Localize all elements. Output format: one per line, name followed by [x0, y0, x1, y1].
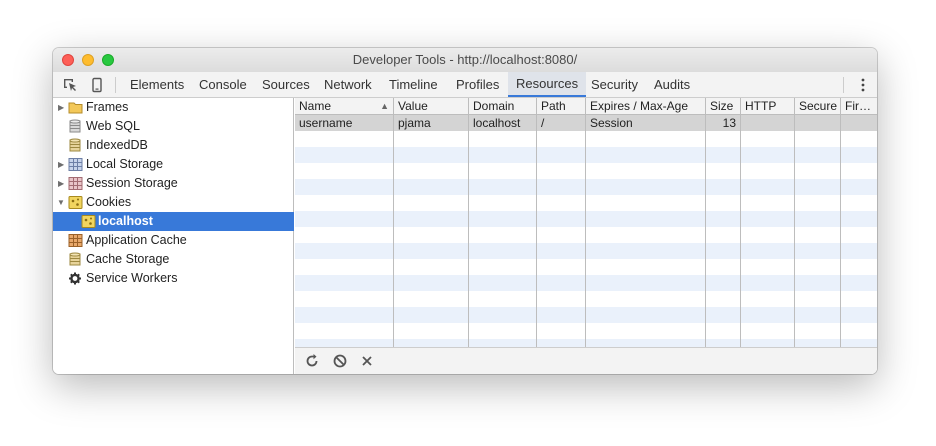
- close-window-button[interactable]: [62, 54, 74, 66]
- column-header-name[interactable]: Name ▲: [295, 98, 394, 115]
- cookies-status-bar: [295, 347, 877, 374]
- cell-size[interactable]: 13: [706, 115, 741, 131]
- cell-domain[interactable]: localhost: [469, 115, 537, 131]
- sidebar-item-label: Service Workers: [86, 271, 178, 285]
- sidebar-item-cookies[interactable]: ▼ Cookies: [53, 193, 294, 212]
- database-icon: [68, 138, 82, 153]
- column-header-value[interactable]: Value: [394, 98, 469, 115]
- cookies-panel: Name ▲ Value Domain Path Expires / Max-A…: [295, 98, 877, 374]
- sidebar-item-session-storage[interactable]: ▶ Session Storage: [53, 174, 294, 193]
- cell-secure[interactable]: [795, 115, 841, 131]
- resources-sidebar: ▶ Frames Web SQL IndexedDB ▶ Local Stora…: [53, 98, 294, 374]
- sidebar-item-label: Application Cache: [86, 233, 187, 247]
- tab-audits[interactable]: Audits: [646, 72, 698, 97]
- sidebar-item-label: IndexedDB: [86, 138, 148, 152]
- collapse-arrow-icon[interactable]: ▼: [57, 193, 67, 212]
- sidebar-item-label: Session Storage: [86, 176, 178, 190]
- sidebar-item-label: Cookies: [86, 195, 132, 209]
- expand-arrow-icon[interactable]: ▶: [58, 174, 68, 193]
- sidebar-item-cookies-localhost[interactable]: localhost: [53, 212, 294, 231]
- sort-ascending-icon: ▲: [380, 101, 389, 111]
- sidebar-item-application-cache[interactable]: Application Cache: [53, 231, 294, 250]
- table-grid-icon: [68, 176, 83, 191]
- sidebar-item-indexeddb[interactable]: IndexedDB: [53, 136, 294, 155]
- expand-arrow-icon[interactable]: ▶: [58, 98, 68, 117]
- column-header-secure[interactable]: Secure: [795, 98, 841, 115]
- cell-name[interactable]: username: [295, 115, 394, 131]
- sidebar-item-cache-storage[interactable]: Cache Storage: [53, 250, 294, 269]
- database-icon: [68, 119, 82, 134]
- cookie-icon: [81, 214, 96, 229]
- column-header-domain[interactable]: Domain: [469, 98, 537, 115]
- more-options-icon[interactable]: [861, 76, 865, 94]
- sidebar-item-label: Cache Storage: [86, 252, 170, 266]
- main-toolbar: Elements Console Sources Network Timelin…: [53, 72, 877, 98]
- devtools-window: Developer Tools - http://localhost:8080/…: [53, 48, 877, 374]
- application-cache-icon: [68, 233, 83, 248]
- sidebar-item-label: Local Storage: [86, 157, 164, 171]
- sidebar-item-frames[interactable]: ▶ Frames: [53, 98, 294, 117]
- inspect-element-icon[interactable]: [62, 77, 78, 93]
- cell-http[interactable]: [741, 115, 795, 131]
- sidebar-item-label: Frames: [86, 100, 129, 114]
- cell-path[interactable]: /: [537, 115, 586, 131]
- column-header-path[interactable]: Path: [537, 98, 586, 115]
- column-header-expires[interactable]: Expires / Max-Age: [586, 98, 706, 115]
- device-mode-icon[interactable]: [89, 77, 105, 93]
- clear-all-icon[interactable]: [332, 353, 348, 369]
- cookie-icon: [68, 195, 83, 210]
- cookies-table-header: Name ▲ Value Domain Path Expires / Max-A…: [295, 98, 877, 115]
- minimize-window-button[interactable]: [82, 54, 94, 66]
- column-header-first-party[interactable]: Fir…: [841, 98, 877, 115]
- sidebar-item-web-sql[interactable]: Web SQL: [53, 117, 294, 136]
- tab-resources[interactable]: Resources: [508, 72, 587, 97]
- tab-sources[interactable]: Sources: [254, 72, 318, 97]
- tab-network[interactable]: Network: [316, 72, 380, 97]
- cell-value[interactable]: pjama: [394, 115, 469, 131]
- tab-elements[interactable]: Elements: [122, 72, 192, 97]
- sidebar-item-service-workers[interactable]: Service Workers: [53, 269, 294, 288]
- tab-security[interactable]: Security: [583, 72, 646, 97]
- cookies-table-body: username pjama localhost / Session 13: [295, 115, 877, 347]
- sidebar-item-local-storage[interactable]: ▶ Local Storage: [53, 155, 294, 174]
- cell-first-party[interactable]: [841, 115, 877, 131]
- table-row[interactable]: username pjama localhost / Session 13: [295, 115, 877, 131]
- toolbar-divider: [115, 77, 116, 93]
- expand-arrow-icon[interactable]: ▶: [58, 155, 68, 174]
- sidebar-item-label: Web SQL: [86, 119, 140, 133]
- title-bar: Developer Tools - http://localhost:8080/: [53, 48, 877, 72]
- column-header-http[interactable]: HTTP: [741, 98, 795, 115]
- database-icon: [68, 252, 82, 267]
- delete-icon[interactable]: [359, 353, 375, 369]
- column-header-label: Name: [299, 99, 332, 113]
- refresh-icon[interactable]: [304, 353, 320, 369]
- cell-expires[interactable]: Session: [586, 115, 706, 131]
- zoom-window-button[interactable]: [102, 54, 114, 66]
- toolbar-divider: [843, 77, 844, 93]
- table-grid-icon: [68, 157, 83, 172]
- folder-icon: [68, 100, 83, 115]
- tab-timeline[interactable]: Timeline: [381, 72, 446, 97]
- column-header-size[interactable]: Size: [706, 98, 741, 115]
- sidebar-item-label: localhost: [98, 214, 153, 228]
- window-title: Developer Tools - http://localhost:8080/: [352, 52, 578, 67]
- tab-console[interactable]: Console: [191, 72, 255, 97]
- gear-icon: [68, 271, 82, 286]
- tab-profiles[interactable]: Profiles: [448, 72, 507, 97]
